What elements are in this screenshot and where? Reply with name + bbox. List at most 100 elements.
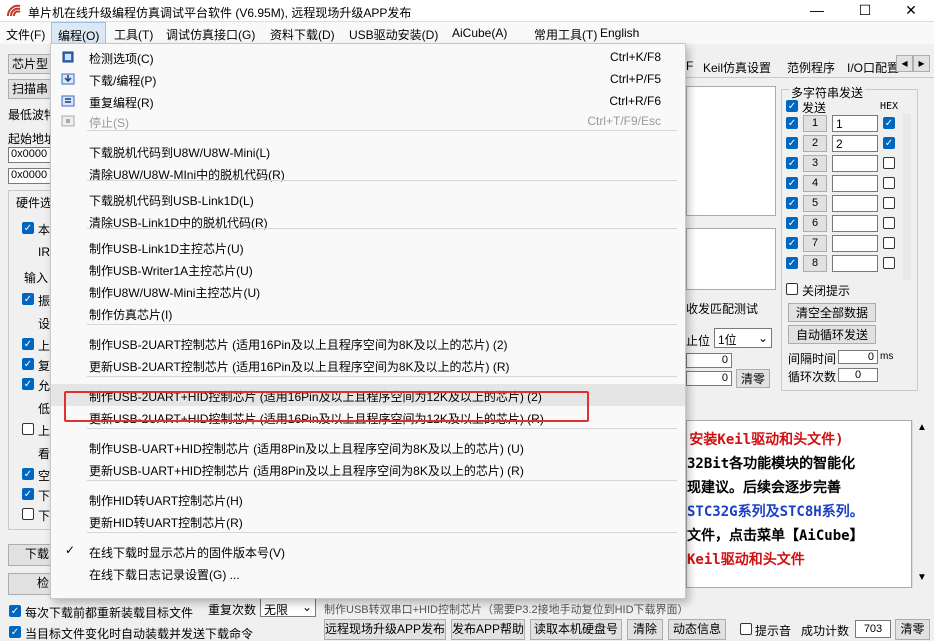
menu-item-9[interactable]: 制作USB-Link1D主控芯片(U) [51, 236, 685, 258]
hex-row-checkbox[interactable] [883, 137, 895, 149]
hw-option-checkbox-9[interactable] [22, 508, 34, 520]
auto-reload-checkbox[interactable] [9, 626, 21, 638]
hex-row-checkbox[interactable] [883, 197, 895, 209]
auto-loop-button[interactable]: 自动循环发送 [788, 325, 876, 344]
send-row-input[interactable] [832, 215, 878, 232]
hex-row-checkbox[interactable] [883, 177, 895, 189]
menu-item-11[interactable]: 制作U8W/U8W-Mini主控芯片(U) [51, 280, 685, 302]
close-hint-checkbox[interactable] [786, 283, 798, 295]
menu-usb-driver[interactable]: USB驱动安装(D) [349, 26, 438, 43]
tab-scroll-right[interactable]: ▸ [913, 55, 930, 72]
check-button[interactable]: 检 [8, 573, 52, 595]
interval-field[interactable]: 0 [838, 350, 878, 364]
start-addr-field-1[interactable]: 0x0000 [8, 147, 52, 163]
send-row-checkbox[interactable] [786, 117, 798, 129]
send-all-checkbox[interactable] [786, 100, 798, 112]
menu-item-14[interactable]: 更新USB-2UART控制芯片 (适用16Pin及以上且程序空间为8K及以上的芯… [51, 354, 685, 376]
send-row-input[interactable]: 1 [832, 115, 878, 132]
repeat-count-select[interactable]: 无限 ⌄ [260, 598, 316, 617]
hw-option-checkbox-4[interactable] [22, 358, 34, 370]
menu-common-tools[interactable]: 常用工具(T) [534, 26, 597, 43]
dynamic-info-button[interactable]: 动态信息 [668, 619, 726, 640]
menu-tools[interactable]: 工具(T) [114, 26, 153, 43]
info-scrollbar[interactable]: ▲ ▼ [912, 420, 930, 588]
send-buffer[interactable] [686, 228, 776, 290]
hw-option-checkbox-6[interactable] [22, 423, 34, 435]
hw-option-checkbox-2[interactable] [22, 293, 34, 305]
reload-before-download-checkbox[interactable] [9, 605, 21, 617]
send-row-input[interactable]: 2 [832, 135, 878, 152]
hex-row-checkbox[interactable] [883, 257, 895, 269]
menu-item-17[interactable]: 制作USB-UART+HID控制芯片 (适用8Pin及以上且程序空间为8K及以上… [51, 436, 685, 458]
publish-help-button[interactable]: 发布APP帮助 [451, 619, 525, 640]
hw-option-checkbox-7[interactable] [22, 468, 34, 480]
tab-f[interactable]: F [686, 59, 693, 73]
menu-item-20[interactable]: 更新HID转UART控制芯片(R) [51, 510, 685, 532]
hex-row-checkbox[interactable] [883, 117, 895, 129]
tab-io-config[interactable]: I/O口配置 [847, 59, 899, 76]
send-row-input[interactable] [832, 255, 878, 272]
stop-bit-select[interactable]: 1位 ⌄ [714, 328, 772, 348]
send-row-checkbox[interactable] [786, 137, 798, 149]
menu-file[interactable]: 文件(F) [6, 26, 45, 43]
hex-row-checkbox[interactable] [883, 217, 895, 229]
maximize-button[interactable]: ☐ [842, 0, 888, 22]
send-row-checkbox[interactable] [786, 237, 798, 249]
multi-string-scrollbar[interactable] [903, 114, 911, 280]
hw-option-checkbox-1[interactable] [22, 222, 34, 234]
menu-item-3[interactable]: 重复编程(R) Ctrl+R/F6 [51, 90, 685, 112]
send-row-checkbox[interactable] [786, 177, 798, 189]
menu-docs[interactable]: 资料下载(D) [270, 26, 335, 43]
send-row-button[interactable]: 5 [803, 195, 827, 212]
minimize-button[interactable]: — [794, 0, 840, 22]
hw-option-checkbox-8[interactable] [22, 488, 34, 500]
menu-item-10[interactable]: 制作USB-Writer1A主控芯片(U) [51, 258, 685, 280]
loop-count-field[interactable]: 0 [838, 368, 878, 382]
menu-aicube[interactable]: AiCube(A) [452, 26, 507, 40]
send-row-input[interactable] [832, 175, 878, 192]
menu-item-5[interactable]: 下载脱机代码到U8W/U8W-Mini(L) [51, 140, 685, 162]
menu-item-13[interactable]: 制作USB-2UART控制芯片 (适用16Pin及以上且程序空间为8K及以上的芯… [51, 332, 685, 354]
send-row-button[interactable]: 2 [803, 135, 827, 152]
tab-sample-code[interactable]: 范例程序 [787, 59, 835, 76]
download-button[interactable]: 下载 [8, 544, 52, 566]
menu-debug[interactable]: 调试仿真接口(G) [166, 26, 255, 43]
send-row-checkbox[interactable] [786, 217, 798, 229]
send-row-input[interactable] [832, 235, 878, 252]
tab-scroll-left[interactable]: ◂ [896, 55, 913, 72]
menu-item-7[interactable]: 下载脱机代码到USB-Link1D(L) [51, 188, 685, 210]
menu-item-2[interactable]: 下载/编程(P) Ctrl+P/F5 [51, 68, 685, 90]
chip-model-button[interactable]: 芯片型 [8, 54, 54, 74]
send-row-input[interactable] [832, 155, 878, 172]
send-row-checkbox[interactable] [786, 197, 798, 209]
menu-item-18[interactable]: 更新USB-UART+HID控制芯片 (适用8Pin及以上且程序空间为8K及以上… [51, 458, 685, 480]
menu-program[interactable]: 编程(O) [51, 22, 107, 44]
hw-option-checkbox-3[interactable] [22, 338, 34, 350]
tab-keil-settings[interactable]: Keil仿真设置 [703, 59, 771, 76]
remote-upgrade-button[interactable]: 远程现场升级APP发布 [324, 619, 446, 640]
hex-row-checkbox[interactable] [883, 237, 895, 249]
hex-row-checkbox[interactable] [883, 157, 895, 169]
send-row-button[interactable]: 3 [803, 155, 827, 172]
menu-item-21[interactable]: ✓ 在线下载时显示芯片的固件版本号(V) [51, 540, 685, 562]
start-addr-field-2[interactable]: 0x0000 [8, 168, 52, 184]
menu-item-1[interactable]: 检测选项(C) Ctrl+K/F8 [51, 46, 685, 68]
receive-buffer[interactable] [686, 86, 776, 216]
menu-item-22[interactable]: 在线下载日志记录设置(G) ... [51, 562, 685, 584]
send-row-checkbox[interactable] [786, 257, 798, 269]
clear-count-button[interactable]: 清零 [736, 369, 770, 388]
menu-item-19[interactable]: 制作HID转UART控制芯片(H) [51, 488, 685, 510]
close-button[interactable]: ✕ [888, 0, 934, 22]
send-row-button[interactable]: 4 [803, 175, 827, 192]
menu-item-12[interactable]: 制作仿真芯片(I) [51, 302, 685, 324]
sound-hint-checkbox[interactable] [740, 623, 752, 635]
send-row-checkbox[interactable] [786, 157, 798, 169]
send-row-input[interactable] [832, 195, 878, 212]
read-disk-id-button[interactable]: 读取本机硬盘号 [530, 619, 622, 640]
send-row-button[interactable]: 7 [803, 235, 827, 252]
send-row-button[interactable]: 1 [803, 115, 827, 132]
menu-english[interactable]: English [600, 26, 639, 40]
clear-log-button[interactable]: 清除 [627, 619, 663, 640]
success-clear-button[interactable]: 清零 [895, 619, 930, 640]
send-row-button[interactable]: 8 [803, 255, 827, 272]
